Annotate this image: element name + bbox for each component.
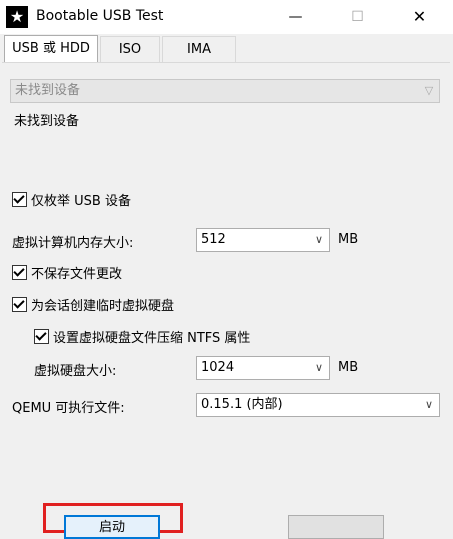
disk-size-combo[interactable]: 1024 ∨	[196, 356, 330, 380]
disk-size-value: 1024	[201, 360, 235, 375]
usb-only-label: 仅枚举 USB 设备	[31, 194, 131, 209]
title-bar: ★ Bootable USB Test — ☐ ✕	[0, 0, 453, 34]
no-save-label: 不保存文件更改	[31, 267, 123, 282]
checkbox-checked-icon	[12, 297, 27, 312]
maximize-button[interactable]: ☐	[335, 0, 380, 34]
temp-disk-label: 为会话创建临时虚拟硬盘	[31, 299, 175, 314]
temp-disk-checkbox[interactable]: 为会话创建临时虚拟硬盘	[12, 297, 174, 315]
checkbox-checked-icon	[12, 192, 27, 207]
chevron-down-icon: ∨	[314, 233, 324, 246]
minimize-button[interactable]: —	[273, 0, 318, 34]
chevron-down-icon: ∨	[424, 398, 434, 411]
no-save-checkbox[interactable]: 不保存文件更改	[12, 265, 122, 283]
chevron-down-icon: ∨	[314, 361, 324, 374]
chevron-down-icon: ▽	[424, 84, 434, 97]
checkbox-checked-icon	[12, 265, 27, 280]
qemu-version-dropdown[interactable]: 0.15.1 (内部) ∨	[196, 393, 440, 417]
disk-size-label: 虚拟硬盘大小:	[34, 364, 117, 379]
start-button[interactable]: 启动	[64, 515, 160, 539]
qemu-version-value: 0.15.1 (内部)	[201, 397, 283, 412]
tab-ima[interactable]: IMA	[162, 36, 236, 63]
ntfs-compress-label: 设置虚拟硬盘文件压缩 NTFS 属性	[53, 331, 251, 346]
checkbox-checked-icon	[34, 329, 49, 344]
memory-unit: MB	[338, 232, 359, 247]
device-dropdown-value: 未找到设备	[15, 83, 81, 98]
qemu-label: QEMU 可执行文件:	[12, 401, 125, 416]
memory-size-combo[interactable]: 512 ∨	[196, 228, 330, 252]
device-status-text: 未找到设备	[14, 114, 80, 129]
tab-iso[interactable]: ISO	[100, 36, 160, 63]
tab-usb-hdd[interactable]: USB 或 HDD	[4, 35, 98, 64]
usb-only-checkbox[interactable]: 仅枚举 USB 设备	[12, 192, 131, 210]
device-dropdown[interactable]: 未找到设备 ▽	[10, 79, 440, 103]
tab-panel	[2, 62, 450, 529]
ntfs-compress-checkbox[interactable]: 设置虚拟硬盘文件压缩 NTFS 属性	[34, 329, 250, 347]
close-button[interactable]: ✕	[397, 0, 442, 34]
secondary-button[interactable]	[288, 515, 384, 539]
disk-size-unit: MB	[338, 360, 359, 375]
memory-size-label: 虚拟计算机内存大小:	[12, 236, 134, 251]
memory-size-value: 512	[201, 232, 226, 247]
window-title: Bootable USB Test	[36, 8, 164, 24]
star-icon: ★	[6, 6, 28, 28]
